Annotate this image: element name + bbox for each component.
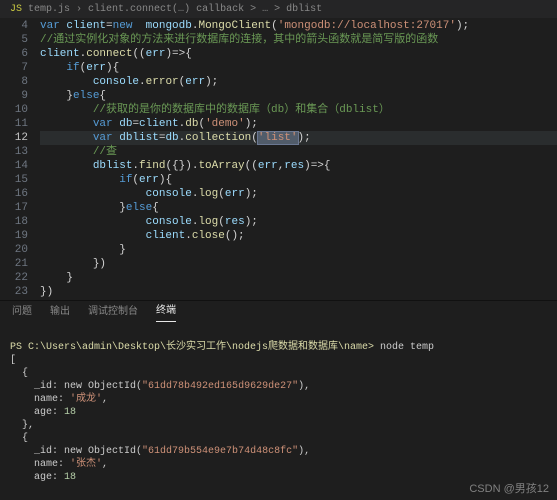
code-line[interactable]: if(err){	[40, 61, 557, 75]
code-line[interactable]: }else{	[40, 89, 557, 103]
code-line[interactable]: client.close();	[40, 229, 557, 243]
code-line[interactable]: console.error(err);	[40, 75, 557, 89]
line-number: 9	[0, 89, 28, 103]
code-line[interactable]: }	[40, 243, 557, 257]
line-number: 17	[0, 201, 28, 215]
line-number: 5	[0, 33, 28, 47]
line-number: 18	[0, 215, 28, 229]
line-number: 4	[0, 19, 28, 33]
panel-tabs: 问题输出调试控制台终端	[0, 300, 557, 322]
code-line[interactable]: }	[40, 271, 557, 285]
code-line[interactable]: })	[40, 285, 557, 299]
code-line[interactable]: var client=new mongodb.MongoClient('mong…	[40, 19, 557, 33]
code-line[interactable]: //查	[40, 145, 557, 159]
panel-tab-1[interactable]: 输出	[50, 302, 70, 322]
breadcrumb-bar: JS temp.js › client.connect(…) callback …	[0, 0, 557, 18]
code-line[interactable]: console.log(err);	[40, 187, 557, 201]
line-number: 15	[0, 173, 28, 187]
panel-tab-2[interactable]: 调试控制台	[88, 302, 138, 322]
line-number: 11	[0, 117, 28, 131]
code-line[interactable]: console.log(res);	[40, 215, 557, 229]
code-line[interactable]: client.connect((err)=>{	[40, 47, 557, 61]
code-line[interactable]: //获取的是你的数据库中的数据库（db）和集合（dblist）	[40, 103, 557, 117]
line-number: 14	[0, 159, 28, 173]
code-line[interactable]: var dblist=db.collection('list');	[40, 131, 557, 145]
code-line[interactable]: })	[40, 257, 557, 271]
code-line[interactable]: var db=client.db('demo');	[40, 117, 557, 131]
breadcrumb-sep: ›	[76, 4, 82, 15]
file-name: temp.js	[28, 4, 70, 15]
code-editor[interactable]: 4567891011121314151617181920212223 var c…	[0, 18, 557, 300]
breadcrumb-path: client.connect(…) callback > … > dblist	[88, 4, 322, 15]
code-line[interactable]: dblist.find({}).toArray((err,res)=>{	[40, 159, 557, 173]
line-number: 8	[0, 75, 28, 89]
line-number: 12	[0, 131, 28, 145]
panel-tab-3[interactable]: 终端	[156, 301, 176, 322]
code-line[interactable]: if(err){	[40, 173, 557, 187]
code-area[interactable]: var client=new mongodb.MongoClient('mong…	[40, 18, 557, 300]
line-number: 19	[0, 229, 28, 243]
line-number: 13	[0, 145, 28, 159]
line-number: 20	[0, 243, 28, 257]
code-line[interactable]: }else{	[40, 201, 557, 215]
line-number-gutter: 4567891011121314151617181920212223	[0, 18, 40, 300]
terminal-panel[interactable]: PS C:\Users\admin\Desktop\长沙实习工作\nodejs爬…	[0, 322, 557, 482]
line-number: 22	[0, 271, 28, 285]
watermark: CSDN @男孩12	[469, 480, 549, 496]
line-number: 6	[0, 47, 28, 61]
code-line[interactable]: //通过实例化对象的方法来进行数据库的连接，其中的箭头函数就是简写版的函数	[40, 33, 557, 47]
line-number: 21	[0, 257, 28, 271]
line-number: 7	[0, 61, 28, 75]
file-icon: JS	[10, 4, 22, 15]
line-number: 23	[0, 285, 28, 299]
panel-tab-0[interactable]: 问题	[12, 302, 32, 322]
line-number: 10	[0, 103, 28, 117]
line-number: 16	[0, 187, 28, 201]
